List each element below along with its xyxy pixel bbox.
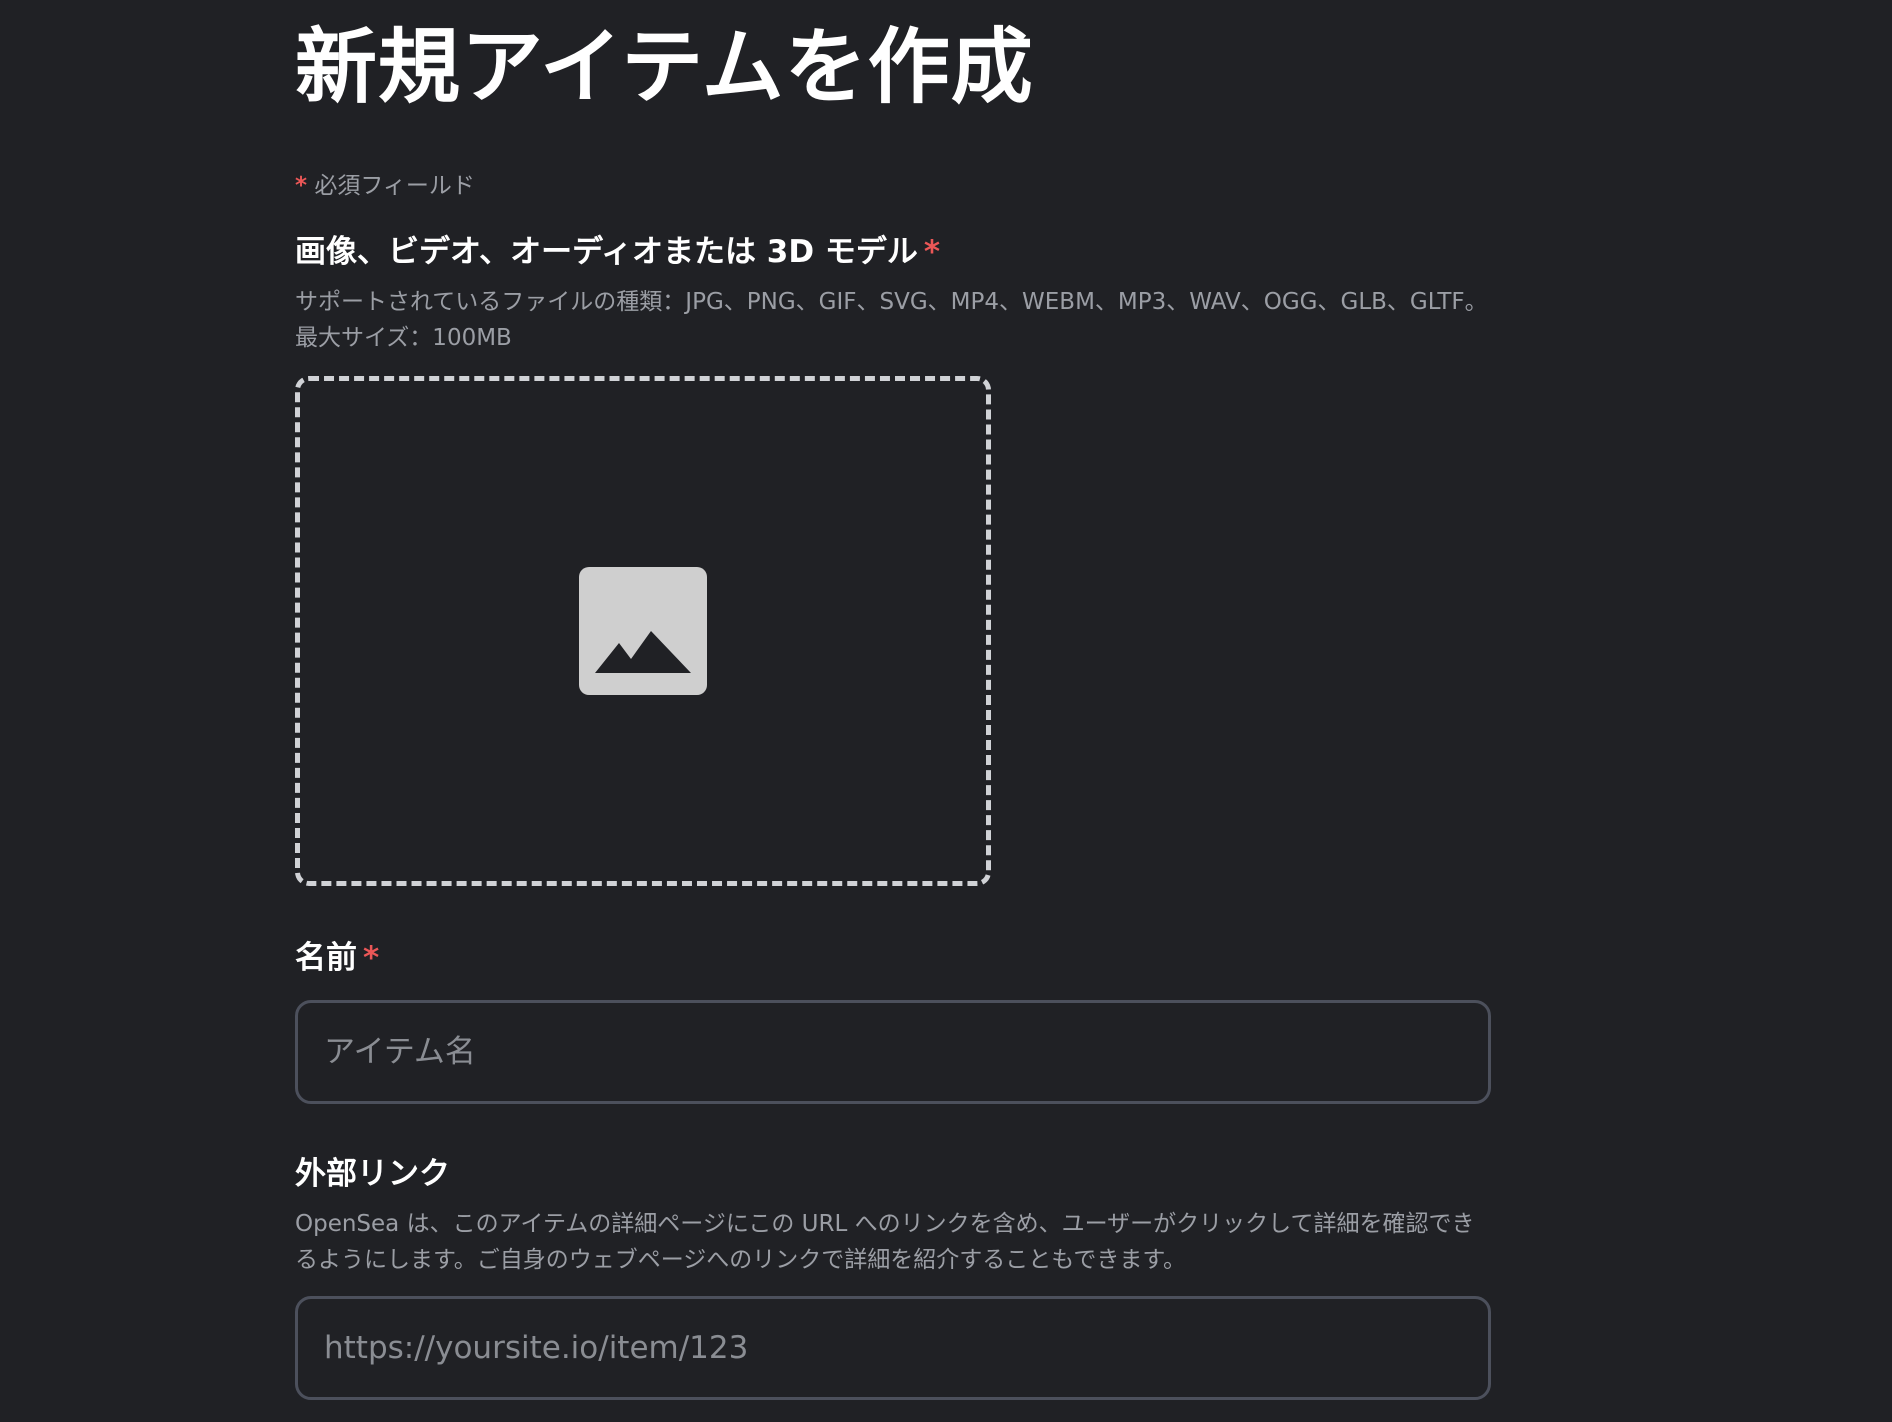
image-placeholder-icon: [579, 567, 707, 695]
external-link-label: 外部リンク: [295, 1156, 450, 1192]
required-asterisk: *: [295, 173, 308, 199]
media-field-label: 画像、ビデオ、オーディオまたは 3D モデル *: [295, 232, 940, 272]
item-name-input[interactable]: [295, 1000, 1491, 1104]
media-label-text: 画像、ビデオ、オーディオまたは 3D モデル: [295, 234, 918, 270]
external-link-input[interactable]: [295, 1296, 1491, 1400]
name-label-text: 名前: [295, 940, 357, 976]
required-fields-text: 必須フィールド: [314, 173, 475, 199]
required-fields-note: * 必須フィールド: [295, 170, 475, 202]
page-title: 新規アイテムを作成: [295, 20, 1034, 115]
name-field-label: 名前 *: [295, 938, 379, 978]
media-upload-dropzone[interactable]: [295, 376, 991, 886]
name-required-asterisk: *: [363, 940, 380, 976]
media-field-help: サポートされているファイルの種類：JPG、PNG、GIF、SVG、MP4、WEB…: [295, 289, 1488, 351]
media-required-asterisk: *: [923, 234, 941, 270]
external-link-help: OpenSea は、このアイテムの詳細ページにこの URL へのリンクを含め、ユ…: [295, 1211, 1475, 1273]
